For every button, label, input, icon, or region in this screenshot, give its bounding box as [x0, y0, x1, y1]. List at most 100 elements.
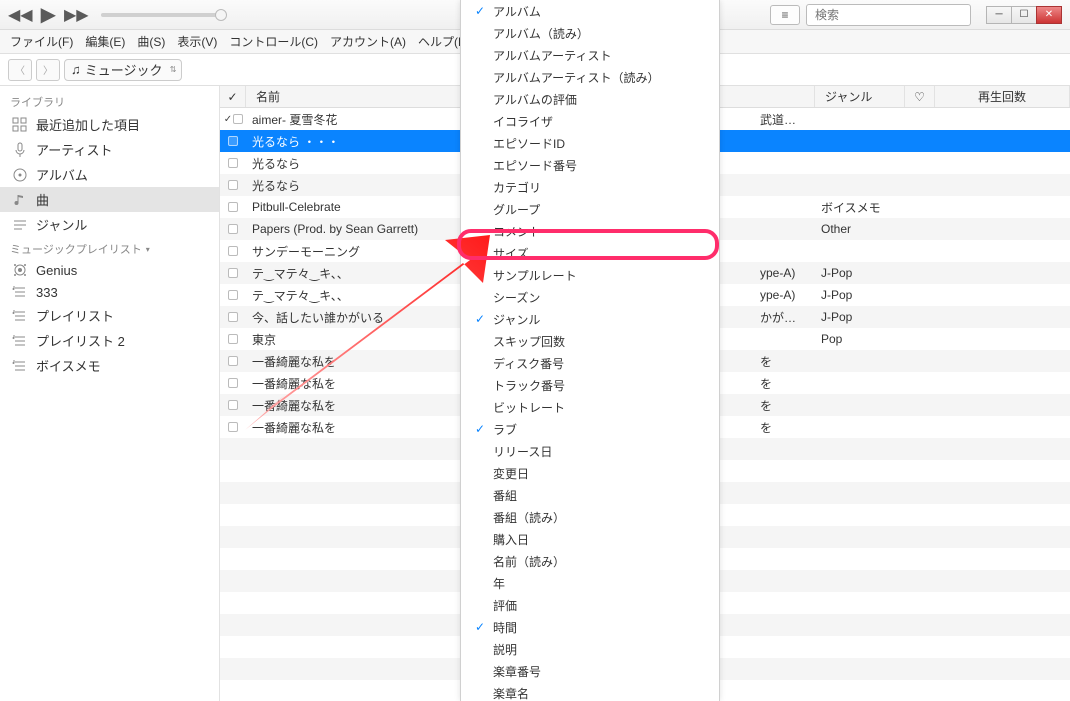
column-option[interactable]: リリース日 — [461, 440, 719, 462]
menu-item[interactable]: 表示(V) — [171, 33, 223, 50]
song-checkbox[interactable] — [228, 378, 238, 388]
column-option[interactable]: シーズン — [461, 286, 719, 308]
sidebar-item[interactable]: プレイリスト — [0, 303, 219, 328]
song-checkbox[interactable] — [228, 334, 238, 344]
prev-track-button[interactable]: ◀◀ — [8, 5, 33, 25]
menu-item[interactable]: 曲(S) — [131, 33, 171, 50]
column-option[interactable]: カテゴリ — [461, 176, 719, 198]
song-checkbox[interactable] — [228, 268, 238, 278]
column-option[interactable]: ✓時間 — [461, 616, 719, 638]
column-option[interactable]: 楽章番号 — [461, 660, 719, 682]
column-option[interactable]: 楽章名 — [461, 682, 719, 701]
column-option[interactable]: エピソード番号 — [461, 154, 719, 176]
list-view-button[interactable]: ≡ — [770, 5, 800, 25]
column-option-label: 番組 — [493, 487, 713, 504]
column-option[interactable]: 評価 — [461, 594, 719, 616]
column-option-label: ジャンル — [493, 311, 713, 328]
search-box[interactable] — [806, 4, 971, 26]
sidebar-item[interactable]: ジャンル — [0, 212, 219, 237]
column-plays[interactable]: 再生回数 — [935, 86, 1070, 107]
column-genre[interactable]: ジャンル — [815, 86, 905, 107]
column-option[interactable]: ✓ジャンル — [461, 308, 719, 330]
song-checkbox[interactable] — [228, 356, 238, 366]
checkmark-icon: ✓ — [223, 114, 233, 125]
column-option[interactable]: 説明 — [461, 638, 719, 660]
sidebar-item[interactable]: アルバム — [0, 162, 219, 187]
column-option[interactable]: コメント — [461, 220, 719, 242]
column-option[interactable]: エピソードID — [461, 132, 719, 154]
song-checkbox[interactable] — [228, 400, 238, 410]
minimize-button[interactable]: ─ — [986, 6, 1012, 24]
song-checkbox[interactable] — [228, 290, 238, 300]
nav-forward-button[interactable]: 〉 — [36, 59, 60, 81]
column-option[interactable]: イコライザ — [461, 110, 719, 132]
volume-knob[interactable] — [215, 9, 227, 21]
maximize-button[interactable]: ☐ — [1011, 6, 1037, 24]
column-option[interactable]: 番組 — [461, 484, 719, 506]
column-option[interactable]: トラック番号 — [461, 374, 719, 396]
column-option[interactable]: アルバムの評価 — [461, 88, 719, 110]
volume-slider[interactable] — [101, 13, 221, 17]
column-option[interactable]: アルバムアーティスト（読み） — [461, 66, 719, 88]
song-checkbox[interactable] — [228, 180, 238, 190]
column-option[interactable]: アルバム（読み） — [461, 22, 719, 44]
column-option[interactable]: ✓ラブ — [461, 418, 719, 440]
sidebar-item-label: プレイリスト 2 — [36, 331, 125, 350]
sidebar-item[interactable]: 最近追加した項目 — [0, 112, 219, 137]
play-button[interactable]: ▶ — [41, 2, 56, 27]
column-option[interactable]: 購入日 — [461, 528, 719, 550]
chevron-down-icon[interactable]: ▾ — [146, 245, 150, 254]
sidebar-item[interactable]: 333 — [0, 281, 219, 303]
song-genre: Other — [815, 222, 905, 236]
column-love[interactable]: ♡ — [905, 86, 935, 107]
media-type-selector[interactable]: ♫ ミュージック ⇅ — [64, 59, 182, 81]
column-option[interactable]: ディスク番号 — [461, 352, 719, 374]
sidebar-item[interactable]: アーティスト — [0, 137, 219, 162]
song-checkbox[interactable] — [228, 202, 238, 212]
column-option[interactable]: アルバムアーティスト — [461, 44, 719, 66]
next-track-button[interactable]: ▶▶ — [64, 5, 89, 25]
menu-item[interactable]: 編集(E) — [79, 33, 131, 50]
sidebar-item[interactable]: ボイスメモ — [0, 353, 219, 378]
song-checkbox[interactable] — [228, 158, 238, 168]
column-option-label: 評価 — [493, 597, 713, 614]
menu-item[interactable]: ファイル(F) — [4, 33, 79, 50]
column-check[interactable]: ✓ — [220, 86, 246, 107]
column-option-label: サンプルレート — [493, 267, 713, 284]
list-icon — [12, 333, 28, 349]
list-icon — [12, 308, 28, 324]
menu-item[interactable]: アカウント(A) — [324, 33, 412, 50]
column-option[interactable]: サイズ — [461, 242, 719, 264]
menu-item[interactable]: コントロール(C) — [223, 33, 324, 50]
sidebar-item-label: アーティスト — [36, 140, 112, 159]
column-option[interactable]: ビットレート — [461, 396, 719, 418]
song-checkbox[interactable] — [228, 224, 238, 234]
nav-back-button[interactable]: 〈 — [8, 59, 32, 81]
column-option[interactable]: 年 — [461, 572, 719, 594]
song-album-fragment: を — [760, 375, 815, 392]
check-icon: ✓ — [467, 4, 493, 18]
sidebar-item-label: 333 — [36, 285, 58, 300]
song-checkbox[interactable] — [228, 312, 238, 322]
song-checkbox[interactable] — [233, 114, 243, 124]
close-button[interactable]: ✕ — [1036, 6, 1062, 24]
column-option[interactable]: ✓アルバム — [461, 0, 719, 22]
column-option[interactable]: 変更日 — [461, 462, 719, 484]
sidebar-item[interactable]: プレイリスト 2 — [0, 328, 219, 353]
column-option[interactable]: スキップ回数 — [461, 330, 719, 352]
song-checkbox[interactable] — [228, 422, 238, 432]
column-option-label: アルバム — [493, 3, 713, 20]
column-option[interactable]: サンプルレート — [461, 264, 719, 286]
column-option[interactable]: 番組（読み） — [461, 506, 719, 528]
column-option[interactable]: グループ — [461, 198, 719, 220]
column-options-menu[interactable]: ✓アルバムアルバム（読み）アルバムアーティストアルバムアーティスト（読み）アルバ… — [460, 0, 720, 701]
play-controls: ◀◀ ▶ ▶▶ — [8, 2, 89, 27]
song-checkbox[interactable] — [228, 246, 238, 256]
sidebar-item[interactable]: 曲 — [0, 187, 219, 212]
column-option-label: リリース日 — [493, 443, 713, 460]
sidebar-item[interactable]: Genius — [0, 259, 219, 281]
column-option-label: エピソード番号 — [493, 157, 713, 174]
column-option[interactable]: 名前（読み） — [461, 550, 719, 572]
search-input[interactable] — [811, 8, 970, 22]
song-checkbox[interactable] — [228, 136, 238, 146]
